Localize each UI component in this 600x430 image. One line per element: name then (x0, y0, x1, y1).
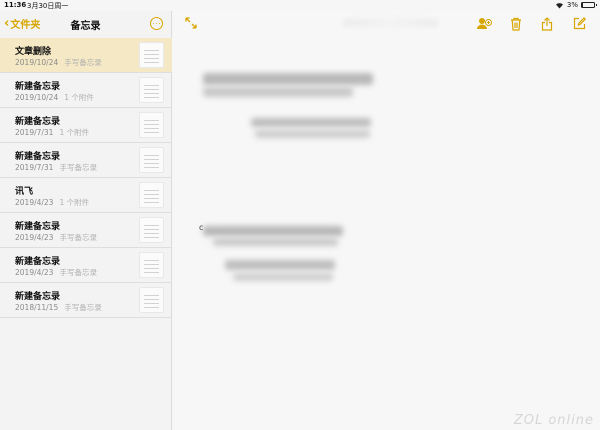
note-list-item[interactable]: 新建备忘录 2018/11/15 手写备忘录 (0, 283, 172, 318)
note-preview: 手写备忘录 (59, 163, 97, 172)
note-title: 文章删除 (15, 47, 52, 57)
note-preview: 1 个附件 (59, 198, 90, 207)
note-date: 2019/10/24 (15, 58, 59, 67)
note-preview: 手写备忘录 (64, 58, 102, 67)
note-thumbnail (139, 147, 164, 173)
note-preview: 手写备忘录 (59, 233, 97, 242)
sidebar-title: 备忘录 (70, 21, 101, 32)
note-thumbnail (139, 112, 164, 138)
add-people-icon[interactable] (476, 17, 492, 30)
blurred-text-line (255, 130, 370, 138)
note-thumbnail (139, 252, 164, 278)
share-icon[interactable] (541, 17, 553, 31)
status-time: 11:36 (4, 1, 27, 9)
sidebar-header: ‹ 文件夹 备忘录 (0, 11, 171, 38)
battery-fill (582, 3, 583, 7)
blurred-text-line (213, 238, 338, 246)
status-right: 3% (555, 1, 597, 9)
note-preview: 1 个附件 (64, 93, 94, 102)
more-dot-icon (158, 22, 161, 25)
more-dot-icon (152, 22, 155, 25)
note-meta: 2019/4/23 手写备忘录 (15, 232, 97, 243)
blurred-text-line (251, 118, 371, 127)
note-thumbnail (139, 42, 164, 68)
note-editor[interactable]: c ZOL online (173, 11, 600, 430)
note-list-item[interactable]: 新建备忘录 2019/10/24 1 个附件 (0, 73, 172, 108)
note-preview: 1 个附件 (59, 128, 90, 137)
note-preview: 手写备忘录 (64, 303, 102, 312)
compose-icon[interactable] (573, 17, 586, 30)
status-date: 3月30日周一 (27, 2, 69, 10)
notes-sidebar: ‹ 文件夹 备忘录 文章删除 2019/10/24 手写备忘录 新建备忘录 2019/1… (0, 11, 172, 430)
note-title: 新建备忘录 (15, 257, 61, 267)
watermark-logo: ZOL online (513, 413, 594, 428)
note-date: 2019/4/23 (15, 198, 54, 207)
note-title: 新建备忘录 (15, 222, 61, 232)
blurred-text-line (203, 87, 353, 97)
note-preview: 手写备忘录 (59, 268, 97, 277)
battery-icon (581, 2, 597, 8)
note-date: 2019/7/31 (15, 163, 54, 172)
note-thumbnail (139, 217, 164, 243)
trash-icon[interactable] (510, 17, 522, 31)
more-options-button[interactable] (150, 17, 163, 30)
note-meta: 2019/4/23 1 个附件 (15, 197, 89, 208)
more-dot-icon (155, 22, 158, 25)
note-title: 新建备忘录 (15, 117, 61, 127)
note-date: 2019/4/23 (15, 233, 54, 242)
blurred-text-line (203, 226, 343, 236)
notes-app-screen: 11:36 3月30日周一 3% ‹ 文件夹 备忘录 文章删除 2019/10/2… (0, 0, 600, 430)
note-list-item[interactable]: 新建备忘录 2019/4/23 手写备忘录 (0, 213, 172, 248)
note-list-item[interactable]: 新建备忘录 2019/7/31 1 个附件 (0, 108, 172, 143)
note-meta: 2018/11/15 手写备忘录 (15, 302, 102, 313)
status-bar: 11:36 3月30日周一 3% (0, 0, 600, 11)
note-list-item[interactable]: 讯飞 2019/4/23 1 个附件 (0, 178, 172, 213)
note-date: 2019/4/23 (15, 268, 54, 277)
battery-percent: 3% (566, 1, 578, 9)
wifi-icon (555, 2, 564, 9)
note-meta: 2019/10/24 手写备忘录 (15, 57, 102, 68)
note-title: 讯飞 (15, 187, 34, 197)
blurred-text-line (233, 273, 333, 281)
note-title: 新建备忘录 (15, 152, 61, 162)
note-date: 2019/7/31 (15, 128, 54, 137)
note-thumbnail (139, 77, 164, 103)
note-meta: 2019/4/23 手写备忘录 (15, 267, 97, 278)
note-date: 2018/11/15 (15, 303, 59, 312)
note-meta: 2019/7/31 手写备忘录 (15, 162, 97, 173)
note-date: 2019/10/24 (15, 93, 59, 102)
note-thumbnail (139, 287, 164, 313)
note-meta: 2019/10/24 1 个附件 (15, 92, 94, 103)
blurred-text-line (203, 73, 373, 85)
note-list-item[interactable]: 新建备忘录 2019/4/23 手写备忘录 (0, 248, 172, 283)
blurred-text-line (225, 260, 335, 270)
note-header-blurred (343, 19, 438, 27)
note-title: 新建备忘录 (15, 82, 61, 92)
note-meta: 2019/7/31 1 个附件 (15, 127, 89, 138)
note-thumbnail (139, 182, 164, 208)
note-list-item[interactable]: 文章删除 2019/10/24 手写备忘录 (0, 38, 172, 73)
note-title: 新建备忘录 (15, 292, 61, 302)
notes-list: 文章删除 2019/10/24 手写备忘录 新建备忘录 2019/10/24 1 个附件新… (0, 38, 172, 318)
note-list-item[interactable]: 新建备忘录 2019/7/31 手写备忘录 (0, 143, 172, 178)
expand-icon[interactable] (185, 17, 197, 29)
